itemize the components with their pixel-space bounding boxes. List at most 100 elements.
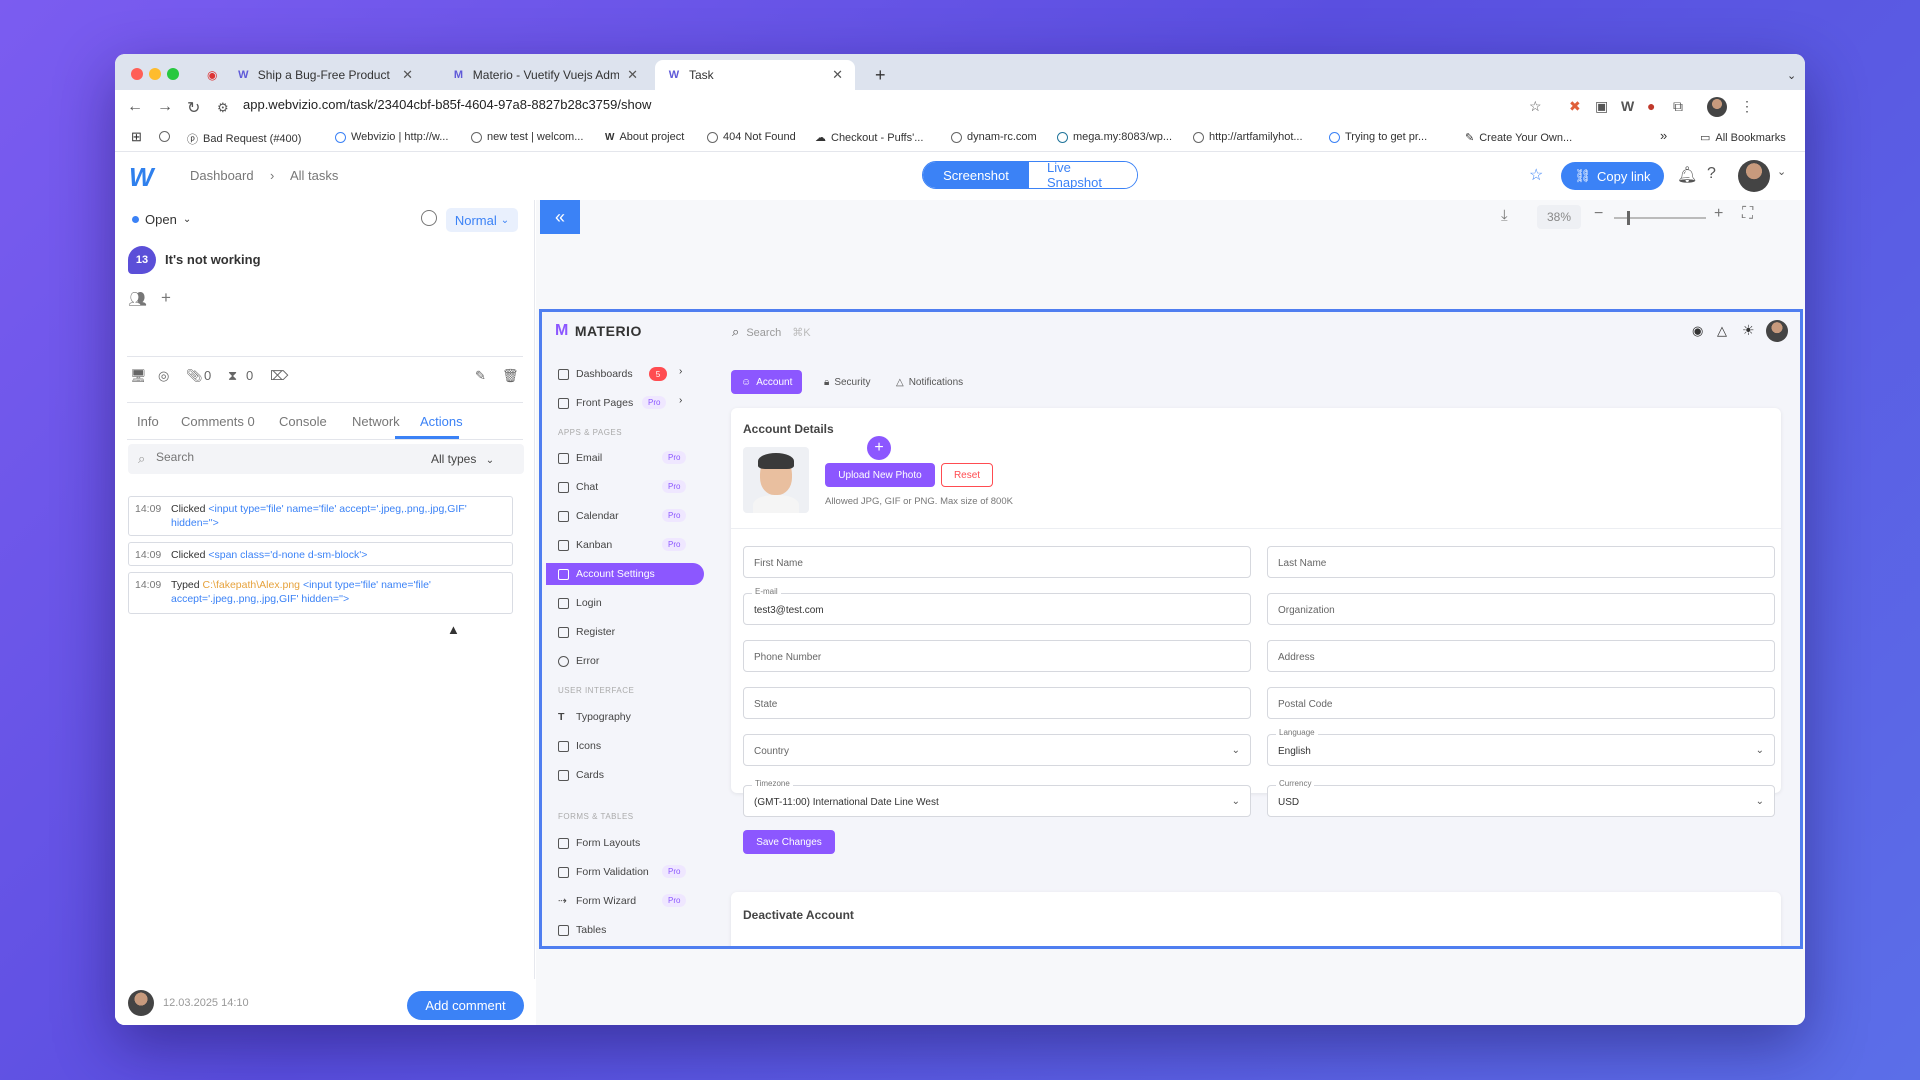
tab-console[interactable]: Console [279, 414, 327, 429]
site-settings-icon[interactable]: ⚙ [217, 100, 229, 116]
copy-link-button[interactable]: ⛓ Copy link [1561, 162, 1664, 190]
back-icon[interactable]: ← [127, 98, 143, 116]
zoom-slider-handle[interactable] [1627, 211, 1630, 225]
lock-icon: 🔒︎ [824, 376, 830, 388]
action-time: 14:09 [135, 549, 162, 561]
breadcrumb-all-tasks[interactable]: All tasks [290, 168, 338, 183]
attachment-icon[interactable]: 📎︎ [186, 368, 203, 384]
url-field[interactable]: app.webvizio.com/task/23404cbf-b85f-4604… [243, 97, 651, 112]
all-bookmarks[interactable]: ▭ All Bookmarks [1700, 131, 1786, 145]
action-entry[interactable]: 14:09 Clicked <span class='d-none d-sm-b… [128, 542, 513, 566]
user-icon: ☺ [741, 376, 752, 388]
tab-search-button[interactable]: ⌄ [1775, 60, 1805, 90]
mail-icon [558, 452, 569, 464]
action-entry[interactable]: 14:09 Typed C:\fakepath\Alex.png <input … [128, 572, 513, 614]
login-icon [558, 597, 569, 609]
zoom-out-button[interactable]: − [1594, 205, 1603, 223]
apps-grid-icon[interactable]: ⊞ [131, 129, 142, 145]
task-title[interactable]: It's not working [165, 252, 261, 267]
browser-tab-3[interactable]: W Task ✕ [655, 60, 855, 90]
bookmark-item[interactable]: ⓟ Bad Request (#400) [187, 131, 301, 147]
help-icon[interactable]: ? [1707, 165, 1716, 183]
bookmark-item[interactable]: new test | welcom... [471, 131, 583, 143]
close-tab-icon[interactable]: ✕ [627, 67, 638, 83]
close-tab-icon[interactable]: ✕ [402, 67, 413, 83]
materio-tab-notifications: △ Notifications [886, 370, 973, 394]
globe-icon [159, 131, 170, 142]
notifications-bell-icon[interactable]: 🔔︎ [1677, 165, 1697, 185]
add-comment-button[interactable]: Add comment [407, 991, 524, 1020]
new-tab-button[interactable]: + [863, 60, 898, 90]
close-tab-icon[interactable]: ✕ [832, 67, 843, 83]
fullscreen-icon[interactable]: ⛶ [1742, 205, 1753, 223]
bookmark-item[interactable]: Trying to get pr... [1329, 131, 1427, 143]
zoom-in-button[interactable]: + [1714, 205, 1723, 223]
tag-icon[interactable]: ⌦ [270, 368, 288, 384]
status-dropdown[interactable]: Open ⌄ [132, 212, 191, 227]
clock-icon[interactable] [421, 210, 437, 226]
nav-kanban: Kanban [558, 539, 612, 551]
tab-info[interactable]: Info [137, 414, 159, 429]
bookmark-item[interactable]: ✎ Create Your Own... [1465, 131, 1572, 145]
bookmark-star-icon[interactable]: ☆ [1529, 98, 1542, 115]
field-placeholder: First Name [754, 558, 803, 569]
tab-network[interactable]: Network [352, 414, 400, 429]
hourglass-icon[interactable]: ⧗ [228, 368, 237, 384]
state-field: State [743, 687, 1251, 719]
action-entry[interactable]: 14:09 Clicked <input type='file' name='f… [128, 496, 513, 536]
webvizio-extension-icon[interactable]: W [1621, 98, 1634, 114]
more-bookmarks-icon[interactable]: » [1660, 128, 1667, 143]
close-window-button[interactable] [131, 68, 143, 80]
camera-extension-icon[interactable]: ▣ [1595, 98, 1608, 115]
extension-red-icon[interactable]: ● [1647, 98, 1655, 114]
tab-actions[interactable]: Actions [420, 414, 463, 429]
maximize-window-button[interactable] [167, 68, 179, 80]
tab-comments[interactable]: Comments 0 [181, 414, 255, 429]
bookmark-item[interactable]: mega.my:8083/wp... [1057, 131, 1172, 143]
actions-search-input[interactable] [156, 450, 356, 464]
device-icon[interactable]: 🖥︎ [130, 368, 147, 384]
edit-icon[interactable]: ✎ [475, 368, 486, 384]
screenshot-tab[interactable]: Screenshot [923, 162, 1029, 188]
browser-info-icon[interactable]: ◎ [158, 368, 169, 384]
status-label: Open [145, 212, 177, 227]
field-label: Timezone [752, 779, 793, 788]
forward-icon[interactable]: → [157, 98, 173, 116]
bookmark-item[interactable]: ☁ Checkout - Puffs'... [815, 131, 923, 145]
add-assignee-button[interactable]: + [161, 288, 171, 308]
bookmark-item[interactable]: http://artfamilyhot... [1193, 131, 1303, 143]
reload-icon[interactable]: ↻ [187, 98, 200, 118]
webvizio-logo[interactable]: W [129, 162, 153, 193]
pinned-tab[interactable]: ◉ [195, 60, 223, 90]
extensions-puzzle-icon[interactable]: ⧉ [1673, 98, 1683, 115]
profile-avatar[interactable] [1707, 97, 1727, 117]
extension-icon[interactable]: ✖ [1569, 98, 1581, 115]
bookmark-item[interactable]: dynam-rc.com [951, 131, 1037, 143]
star-icon[interactable]: ☆ [1529, 165, 1543, 185]
bookmark-item[interactable]: 404 Not Found [707, 131, 796, 143]
breadcrumb-dashboard[interactable]: Dashboard [190, 168, 254, 183]
bookmark-globe[interactable] [159, 131, 170, 142]
address-bar-row: ← → ↻ ⚙ app.webvizio.com/task/23404cbf-b… [115, 90, 1805, 124]
all-bookmarks-label: All Bookmarks [1715, 131, 1786, 144]
trash-icon[interactable]: 🗑︎ [502, 368, 519, 384]
chevron-down-icon: ⌄ [1231, 745, 1240, 756]
action-code: <input type='file' name='file' accept='.… [171, 503, 467, 529]
live-snapshot-tab[interactable]: Live Snapshot [1029, 162, 1137, 188]
download-icon[interactable]: ⤓ [1501, 207, 1508, 224]
collapse-panel-button[interactable]: « [540, 200, 580, 234]
browser-tab-1[interactable]: W Ship a Bug-Free Product Fast ✕ [225, 60, 425, 90]
bookmark-item[interactable]: W About project [605, 131, 684, 143]
assignees-row: 👥︎ + [128, 288, 171, 308]
reset-photo-button: Reset [941, 463, 993, 487]
minimize-window-button[interactable] [149, 68, 161, 80]
user-avatar[interactable] [1738, 160, 1770, 192]
nav-label: Typography [576, 711, 631, 723]
type-filter-dropdown[interactable]: All types ⌄ [431, 452, 494, 466]
bookmark-item[interactable]: Webvizio | http://w... [335, 131, 448, 143]
priority-dropdown[interactable]: Normal ⌄ [446, 208, 518, 232]
browser-menu-icon[interactable]: ⋮ [1740, 98, 1754, 115]
browser-tab-2[interactable]: M Materio - Vuetify Vuejs Admin ✕ [440, 60, 650, 90]
chevron-down-icon: ⌄ [1755, 796, 1764, 807]
chevron-down-icon[interactable]: ⌄ [1777, 165, 1786, 178]
